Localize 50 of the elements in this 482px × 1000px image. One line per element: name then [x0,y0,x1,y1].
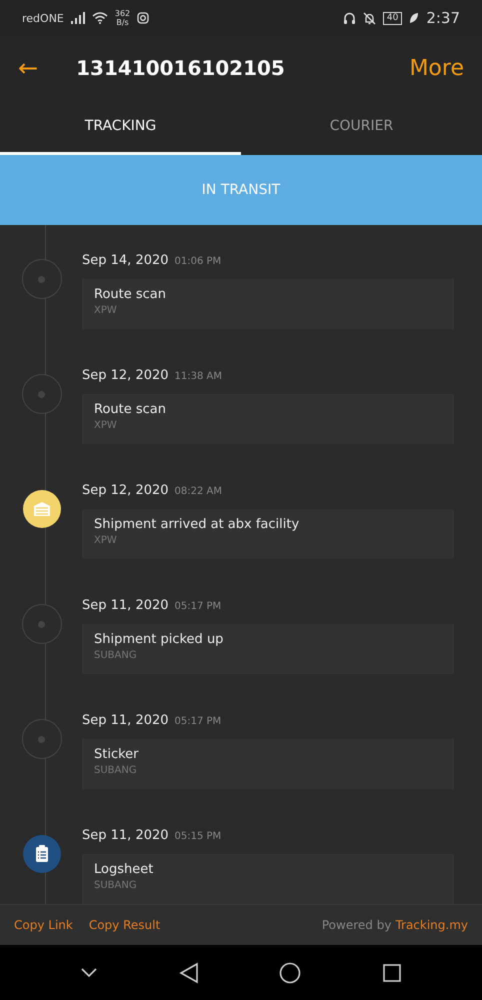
status-banner: IN TRANSIT [0,155,482,225]
event-time: 08:22 AM [174,486,222,497]
camera-icon [137,12,150,24]
event-location: XPW [94,420,118,431]
tab[interactable]: COURIER [241,100,482,155]
back-triangle-icon[interactable] [178,962,199,984]
chevron-down-icon[interactable] [80,966,98,978]
event-location: XPW [94,305,118,316]
warehouse-icon [22,489,62,529]
event-time: 11:38 AM [174,371,222,382]
event-date: Sep 12, 2020 [82,368,169,383]
recents-square-icon[interactable] [382,962,402,982]
event-title: Logsheet [94,862,154,877]
signal-icon [70,12,85,24]
event-title: Route scan [94,402,167,417]
event-date: Sep 11, 2020 [82,713,169,728]
more-button[interactable]: More [409,56,464,80]
event-date: Sep 12, 2020 [82,483,169,498]
event-date: Sep 14, 2020 [82,253,169,268]
back-button[interactable]: ← [18,54,38,82]
event-title: Shipment picked up [94,632,224,647]
copy-link[interactable]: Copy Link [14,918,73,932]
event-time: 05:17 PM [174,716,222,727]
network-speed: 362 [114,9,130,18]
event-time: 01:06 PM [174,256,222,267]
event-title: Sticker [94,747,140,762]
event-location: SUBANG [94,880,138,891]
headphones-icon [342,12,356,24]
tracking-number: 131410016102105 [76,56,286,80]
clock-time: 2:37 [426,9,460,27]
event-location: SUBANG [94,650,138,661]
brand-link[interactable]: Tracking.my [395,918,468,932]
event-date: Sep 11, 2020 [82,828,169,843]
home-circle-icon[interactable] [279,962,302,984]
event-time: 05:17 PM [174,601,222,612]
event-title: Route scan [94,287,167,302]
clipboard-icon [22,834,62,874]
event-location: XPW [94,535,118,546]
event-time: 05:15 PM [174,831,222,842]
carrier-name: redONE [22,12,64,24]
event-date: Sep 11, 2020 [82,598,169,613]
bell-muted-icon [362,12,376,24]
event-location: SUBANG [94,765,138,776]
speed-unit: B/s [116,18,129,27]
wifi-icon [92,12,108,24]
battery-level: 40 [382,12,402,24]
copy-link[interactable]: Copy Result [88,918,160,932]
leaf-icon [409,12,420,24]
powered-by-text: Powered by [322,918,392,932]
event-title: Shipment arrived at abx facility [94,517,300,532]
